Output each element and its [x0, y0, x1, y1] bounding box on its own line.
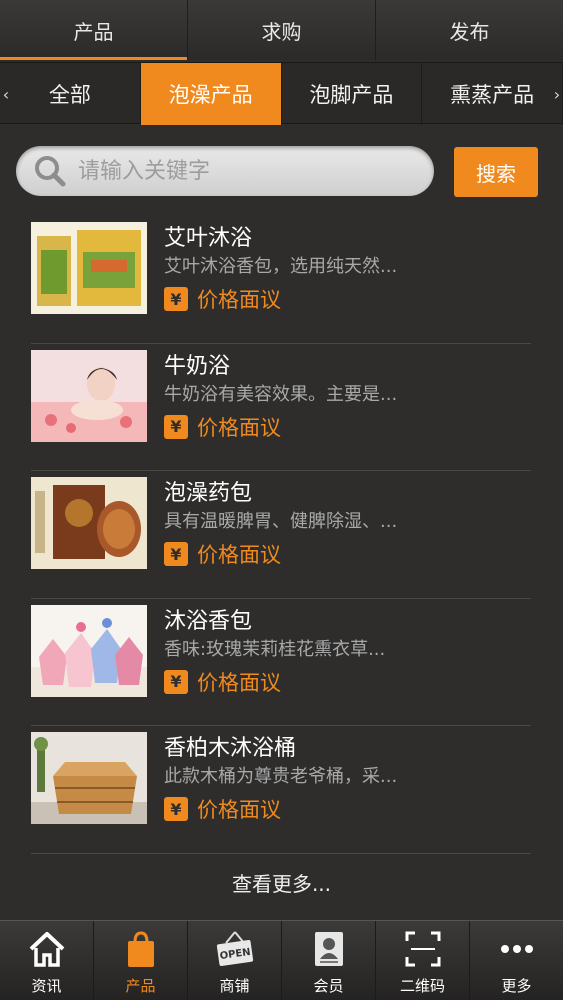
tab-publish[interactable]: 发布	[376, 0, 563, 60]
nav-item-shops[interactable]: OPEN 商铺	[188, 921, 282, 1000]
product-description: 具有温暖脾胃、健脾除湿、...	[164, 511, 398, 532]
qr-scan-icon	[403, 929, 443, 969]
price-label: 价格面议	[197, 798, 281, 822]
bottom-nav: 资讯 产品 OPEN 商铺 会员 二维码 更多	[0, 920, 563, 1000]
yen-icon: ¥	[164, 287, 188, 311]
price-label: 价格面议	[197, 543, 281, 567]
product-title: 艾叶沐浴	[164, 226, 253, 251]
tab-label: 产品	[73, 19, 114, 44]
product-description: 艾叶沐浴香包，选用纯天然...	[164, 256, 398, 277]
product-thumbnail	[31, 732, 147, 824]
nav-label: 资讯	[31, 977, 62, 995]
product-title: 泡澡药包	[164, 481, 253, 506]
category-label: 熏蒸产品	[450, 83, 535, 107]
product-title: 牛奶浴	[164, 353, 231, 379]
category-bar: 全部 泡澡产品 泡脚产品 熏蒸产品 ‹ ›	[0, 62, 563, 125]
product-thumbnail	[31, 477, 147, 569]
search-bar: 搜索	[0, 140, 563, 202]
price-row: ¥ 价格面议	[164, 412, 531, 442]
list-item[interactable]: 沐浴香包 香味:玫瑰茉莉桂花熏衣草... ¥ 价格面议	[31, 599, 531, 726]
nav-label: 更多	[501, 977, 532, 995]
nav-label: 产品	[125, 977, 156, 995]
product-thumbnail	[31, 349, 147, 442]
yen-icon: ¥	[164, 669, 188, 694]
yen-icon: ¥	[164, 542, 188, 566]
nav-item-news[interactable]: 资讯	[0, 921, 94, 1000]
nav-item-more[interactable]: 更多	[470, 921, 563, 1000]
category-all[interactable]: 全部	[0, 63, 141, 125]
product-description: 香味:玫瑰茉莉桂花熏衣草...	[164, 638, 386, 660]
search-button[interactable]: 搜索	[454, 147, 538, 197]
product-title: 沐浴香包	[164, 608, 253, 634]
list-item[interactable]: 泡澡药包 具有温暖脾胃、健脾除湿、... ¥ 价格面议	[31, 471, 531, 599]
price-row: ¥ 价格面议	[164, 794, 531, 824]
price-label: 价格面议	[197, 415, 281, 440]
category-label: 全部	[48, 83, 91, 107]
tab-label: 发布	[449, 19, 490, 44]
open-sign-icon: OPEN	[215, 929, 255, 969]
category-bath-products[interactable]: 泡澡产品	[140, 63, 282, 125]
search-box[interactable]	[16, 146, 434, 196]
tab-products[interactable]: 产品	[0, 0, 188, 60]
search-icon	[32, 153, 68, 189]
nav-item-qrcode[interactable]: 二维码	[376, 921, 470, 1000]
tab-label: 求购	[261, 19, 302, 44]
list-item[interactable]: 香柏木沐浴桶 此款木桶为尊贵老爷桶，采... ¥ 价格面议	[31, 726, 531, 854]
product-list: 艾叶沐浴 艾叶沐浴香包，选用纯天然... ¥ 价格面议 牛奶浴 牛奶浴有美容效果…	[31, 216, 531, 854]
price-label: 价格面议	[197, 288, 281, 312]
product-description: 牛奶浴有美容效果。主要是...	[164, 383, 398, 405]
price-row: ¥ 价格面议	[164, 284, 531, 314]
nav-label: 会员	[313, 977, 344, 995]
nav-label: 商铺	[219, 977, 250, 995]
tab-purchase[interactable]: 求购	[188, 0, 376, 60]
list-item[interactable]: 艾叶沐浴 艾叶沐浴香包，选用纯天然... ¥ 价格面议	[31, 216, 531, 344]
chevron-right-icon[interactable]: ›	[551, 63, 563, 125]
price-label: 价格面议	[197, 670, 281, 695]
top-tab-bar: 产品 求购 发布	[0, 0, 563, 60]
home-icon	[27, 929, 67, 969]
nav-item-members[interactable]: 会员	[282, 921, 376, 1000]
member-card-icon	[309, 929, 349, 969]
category-steam-products[interactable]: 熏蒸产品	[422, 63, 563, 125]
view-more-link[interactable]: 查看更多...	[0, 862, 563, 902]
category-label: 泡脚产品	[309, 83, 394, 107]
price-row: ¥ 价格面议	[164, 667, 531, 697]
price-row: ¥ 价格面议	[164, 539, 531, 569]
chevron-left-icon[interactable]: ‹	[0, 63, 12, 125]
category-label: 泡澡产品	[168, 83, 253, 107]
yen-icon: ¥	[164, 797, 188, 821]
product-thumbnail	[31, 604, 147, 697]
yen-icon: ¥	[164, 414, 188, 439]
product-thumbnail	[31, 222, 147, 314]
more-dots-icon	[497, 929, 537, 969]
category-foot-bath-products[interactable]: 泡脚产品	[282, 63, 423, 125]
shopping-bag-icon	[121, 929, 161, 969]
product-description: 此款木桶为尊贵老爷桶，采...	[164, 766, 398, 787]
nav-item-products[interactable]: 产品	[94, 921, 188, 1000]
list-item[interactable]: 牛奶浴 牛奶浴有美容效果。主要是... ¥ 价格面议	[31, 344, 531, 471]
nav-label: 二维码	[399, 977, 445, 995]
product-title: 香柏木沐浴桶	[164, 736, 297, 761]
search-input[interactable]	[78, 158, 378, 184]
